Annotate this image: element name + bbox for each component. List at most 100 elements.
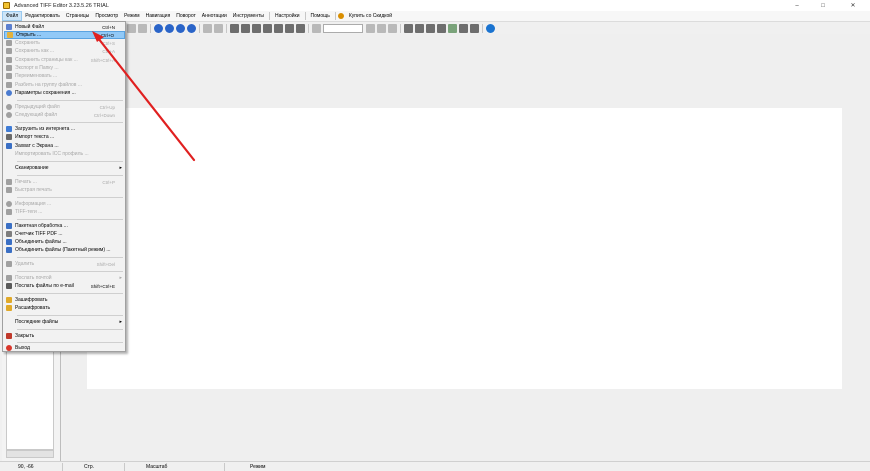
select-tool-icon[interactable] — [366, 23, 375, 33]
menu-pages[interactable]: Страницы — [63, 11, 92, 21]
close-button[interactable]: ✕ — [840, 0, 866, 11]
thumbnail-scrollbar[interactable] — [6, 450, 54, 458]
menu-item-decrypt[interactable]: Расшифровать — [4, 304, 125, 312]
info-icon — [6, 201, 12, 207]
menu-item-close[interactable]: Закрыть — [4, 332, 125, 340]
menu-item-split[interactable]: Разбить на группу файлов ... — [4, 81, 125, 89]
image-tool-icon[interactable] — [448, 23, 457, 33]
menu-item-tiff-pdf-counter[interactable]: Счетчик TIFF PDF ... — [4, 230, 125, 238]
stamp-tool-icon[interactable] — [437, 23, 446, 33]
page-icon[interactable] — [312, 23, 321, 33]
menu-separator — [17, 219, 123, 220]
menu-item-send-mail[interactable]: Послать почтой ▸ — [4, 274, 125, 282]
prev-page-icon[interactable] — [165, 23, 174, 33]
status-scale: Масштаб — [146, 464, 168, 470]
eraser-tool-icon[interactable] — [459, 23, 468, 33]
quick-print-icon — [6, 187, 12, 193]
menu-help[interactable]: Помощь — [308, 11, 333, 21]
document-page[interactable] — [87, 108, 842, 389]
new-file-icon — [6, 24, 12, 30]
rotate-right-icon[interactable] — [214, 23, 223, 33]
menu-annotations[interactable]: Аннотации — [199, 11, 230, 21]
menu-item-batch-processing[interactable]: Пакетная обработка ... — [4, 222, 125, 230]
menu-separator — [334, 12, 336, 20]
menu-item-scanning[interactable]: Сканирование ▸ — [4, 164, 125, 172]
menu-file[interactable]: Файл — [2, 11, 23, 21]
menu-item-merge-files[interactable]: Объединить файлы ... — [4, 238, 125, 246]
menu-rotate[interactable]: Поворот — [173, 11, 199, 21]
split-icon — [6, 82, 12, 88]
menu-item-save-pages-as[interactable]: Сохранить страницы как ... Shift+Ctrl+A — [4, 56, 125, 64]
fit-height-icon[interactable] — [241, 23, 250, 33]
menu-navigation[interactable]: Навигация — [143, 11, 174, 21]
menu-tools[interactable]: Инструменты — [230, 11, 267, 21]
help-icon[interactable] — [486, 23, 495, 33]
window-title: Advanced TIFF Editor 3.23.5.26 TRIAL — [14, 2, 109, 9]
arrow-tool-icon[interactable] — [388, 23, 397, 33]
unlock-icon — [6, 305, 12, 311]
menu-item-encrypt[interactable]: Зашифровать — [4, 296, 125, 304]
merge-icon — [6, 239, 12, 245]
menu-item-tiff-tags[interactable]: TIFF-теги ... — [4, 208, 125, 216]
minimize-button[interactable]: – — [784, 0, 810, 11]
next-page-icon[interactable] — [176, 23, 185, 33]
menu-edit[interactable]: Редактировать — [22, 11, 63, 21]
shape-tool-icon[interactable] — [377, 23, 386, 33]
toolbar-separator — [226, 23, 227, 33]
menu-view[interactable]: Просмотр — [92, 11, 121, 21]
menu-mode[interactable]: Режим — [121, 11, 142, 21]
menu-item-quick-print[interactable]: Быстрая печать — [4, 186, 125, 194]
zoom-rect-icon[interactable] — [296, 23, 305, 33]
menu-item-print[interactable]: Печать ... Ctrl+P — [4, 178, 125, 186]
pen-tool-icon[interactable] — [415, 23, 424, 33]
status-mode: Режим — [250, 464, 266, 470]
first-page-icon[interactable] — [154, 23, 163, 33]
menu-item-open[interactable]: Открыть ... Ctrl+O — [4, 31, 125, 39]
menu-separator — [17, 100, 123, 101]
counter-icon — [6, 231, 12, 237]
menu-item-rename[interactable]: Переименовать ... — [4, 72, 125, 80]
gear-icon — [6, 90, 12, 96]
menu-settings[interactable]: Настройки — [272, 11, 303, 21]
menu-item-save[interactable]: Сохранить Ctrl+S — [4, 39, 125, 47]
last-page-icon[interactable] — [187, 23, 196, 33]
menu-item-save-as[interactable]: Сохранить как ... Ctrl+A — [4, 47, 125, 55]
menu-item-download-internet[interactable]: Загрузить из интернета ... — [4, 125, 125, 133]
menu-item-send-email[interactable]: Послать файлы по e-mail Shift+Ctrl+E — [4, 282, 125, 290]
zoom-input[interactable] — [323, 23, 363, 33]
signature-tool-icon[interactable] — [470, 23, 479, 33]
menu-item-merge-files-batch[interactable]: Объединить файлы (Пакетный режим) ... — [4, 246, 125, 254]
rotate-left-icon[interactable] — [203, 23, 212, 33]
back-icon[interactable] — [127, 23, 136, 33]
status-coords: 90, -66 — [18, 464, 34, 470]
email-icon — [6, 283, 12, 289]
menu-item-delete[interactable]: Удалить Shift+Del — [4, 260, 125, 268]
menu-item-previous-file[interactable]: Предыдущий файл Ctrl+Up — [4, 103, 125, 111]
rectangle-tool-icon[interactable] — [404, 23, 413, 33]
menu-item-import-text[interactable]: Импорт текста ... — [4, 133, 125, 141]
menu-item-next-file[interactable]: Следующий файл Ctrl+Down — [4, 111, 125, 119]
menu-item-screen-capture[interactable]: Захват с Экрана ... — [4, 142, 125, 150]
menu-buy[interactable]: Купить со Скидкой — [346, 11, 395, 21]
menu-separator — [304, 12, 306, 20]
menu-item-export-folder[interactable]: Экспорт в Папку ... — [4, 64, 125, 72]
actual-size-icon[interactable] — [263, 23, 272, 33]
menu-separator — [17, 175, 123, 176]
maximize-button[interactable]: □ — [810, 0, 836, 11]
text-tool-icon[interactable] — [426, 23, 435, 33]
menu-separator — [17, 342, 123, 343]
forward-icon[interactable] — [138, 23, 147, 33]
menu-item-exit[interactable]: Выход — [4, 344, 125, 352]
menu-item-import-icc[interactable]: Импортировать ICC профиль ... — [4, 150, 125, 158]
menu-item-info[interactable]: Информация ... — [4, 200, 125, 208]
lock-icon — [6, 297, 12, 303]
menu-item-new-file[interactable]: Новый Файл Ctrl+N — [4, 23, 125, 31]
app-icon — [3, 2, 10, 9]
file-menu: Новый Файл Ctrl+N Открыть ... Ctrl+O Сох… — [2, 21, 126, 352]
menu-item-recent-files[interactable]: Последние файлы ▸ — [4, 318, 125, 326]
zoom-out-icon[interactable] — [285, 23, 294, 33]
fit-page-icon[interactable] — [252, 23, 261, 33]
fit-width-icon[interactable] — [230, 23, 239, 33]
zoom-in-icon[interactable] — [274, 23, 283, 33]
menu-item-save-options[interactable]: Параметры сохранения ... — [4, 89, 125, 97]
